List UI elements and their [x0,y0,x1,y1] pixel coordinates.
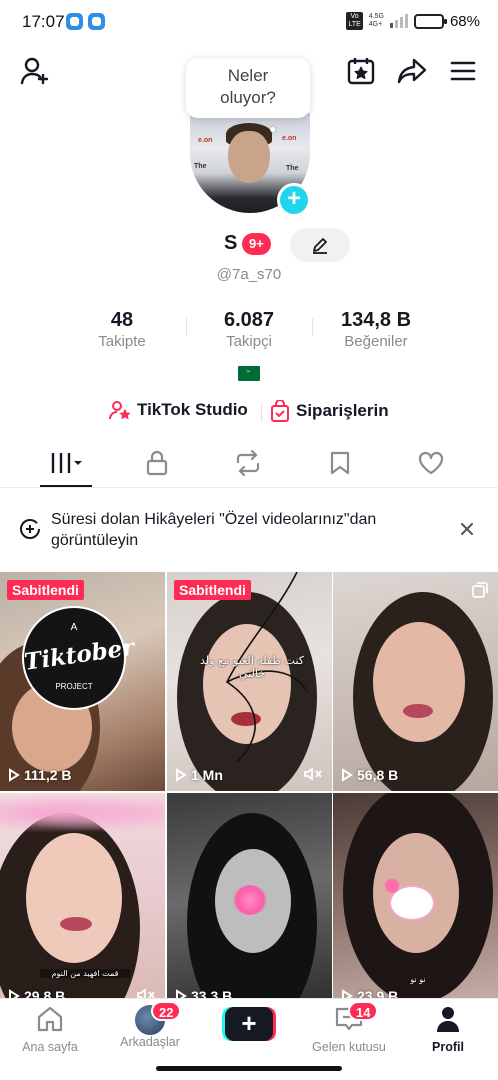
repost-icon [236,450,260,476]
create-button[interactable]: + [222,1007,276,1041]
country-flag: 🇸🇦 [238,366,260,381]
nav-home[interactable]: Ana sayfa [5,1005,95,1054]
calendar-star-icon[interactable] [344,55,378,87]
video-thumbnail[interactable]: 33,3 B [167,793,332,998]
video-thumbnail[interactable]: 56,8 B [333,572,498,791]
close-icon[interactable] [460,522,474,536]
grid-icon [51,453,82,473]
display-name: S [224,232,238,254]
menu-icon[interactable] [447,56,479,86]
tab-private[interactable] [127,440,187,486]
pinned-badge: Sabitlendi [174,580,251,600]
status-bubble[interactable]: Neler oluyor? [186,58,310,118]
banner-text: Süresi dolan Hikâyeleri "Özel videoların… [51,511,377,549]
signal-icon [389,14,408,28]
profile-tabs [0,440,498,488]
play-icon [342,989,353,998]
app-notification-icon [66,13,83,30]
stories-banner[interactable]: Süresi dolan Hikâyeleri "Özel videoların… [0,500,498,560]
play-icon [176,989,187,998]
nav-friends[interactable]: Arkadaşlar 22 [105,1001,195,1049]
profile-links: TikTok Studio Siparişlerin [0,400,498,426]
view-count: 33,3 B [175,988,232,998]
view-count: 29,8 B [8,988,65,998]
bookmark-icon [330,451,350,475]
video-thumbnail[interactable]: A Tiktober PROJECT Sabitlendi 111,2 B [0,572,165,791]
pinned-badge: Sabitlendi [7,580,84,600]
add-friend-icon[interactable] [18,55,52,87]
shopping-bag-icon [271,400,289,422]
nav-profile[interactable]: Profil [403,1005,493,1054]
tab-videos[interactable] [38,440,98,486]
inbox-badge: 14 [348,1001,379,1021]
stat-likes[interactable]: 134,8 B Beğeniler [316,308,436,352]
multiple-images-icon [472,582,488,598]
view-count: 23,9 B [341,988,398,998]
username: @7a_s70 [216,266,282,283]
status-time: 17:07 [22,12,65,31]
orders-link[interactable]: Siparişlerin [270,400,389,422]
friends-badge: 22 [151,1001,182,1021]
name-row: S 9+ [0,228,498,262]
lock-icon [146,450,168,476]
video-caption: كنت طفله العبو مع ولد خالتي [199,654,305,680]
muted-icon [304,767,322,781]
tiktober-logo: A Tiktober PROJECT [22,606,136,710]
video-caption: نو نو [410,975,426,984]
home-indicator [156,1066,342,1071]
story-add-icon [20,519,40,539]
stat-followers[interactable]: 6.087 Takipçi [189,308,309,352]
home-icon [37,1006,63,1032]
nav-inbox[interactable]: Gelen kutusu 14 [304,1001,394,1054]
play-icon [176,768,187,782]
edit-pencil-icon [313,238,327,254]
video-thumbnail[interactable]: نو نو 23,9 B [333,793,498,998]
video-thumbnail[interactable]: قمت افهيد من النوم 29,8 B [0,793,165,998]
battery-icon [413,13,447,29]
view-count: 111,2 B [8,767,72,783]
notification-badge[interactable]: 9+ [242,233,271,255]
share-icon[interactable] [395,55,429,87]
add-story-button[interactable]: + [277,183,311,217]
tab-favorites[interactable] [310,440,370,486]
profile-icon [437,1007,459,1032]
status-bar: 17:07 Vo LTE 4.5G 4G+ 68% [0,0,498,44]
tab-reposts[interactable] [218,440,278,486]
heart-icon [418,451,444,475]
network-type: 4.5G 4G+ [368,13,384,28]
play-icon [9,768,20,782]
view-count: 56,8 B [341,767,398,783]
video-caption: قمت افهيد من النوم [40,969,130,978]
play-icon [342,768,353,782]
video-grid: A Tiktober PROJECT Sabitlendi 111,2 B كن… [0,572,498,998]
stat-following[interactable]: 48 Takipte [62,308,182,352]
tab-liked[interactable] [401,440,461,486]
play-icon [9,989,20,998]
tiktok-studio-link[interactable]: TikTok Studio [109,400,248,420]
edit-profile-button[interactable] [290,228,350,262]
video-thumbnail[interactable]: كنت طفله العبو مع ولد خالتي Sabitlendi 1… [167,572,332,791]
app-notification-icon [88,13,105,30]
view-count: 1 Mn [175,767,223,783]
status-bubble-text: Neler oluyor? [220,66,276,107]
studio-icon [109,401,131,420]
volte-icon: Vo LTE [346,12,363,30]
profile-stats: 48 Takipte 6.087 Takipçi 134,8 B Beğenil… [0,308,498,354]
muted-icon [137,988,155,998]
battery-percent: 68% [449,12,480,30]
